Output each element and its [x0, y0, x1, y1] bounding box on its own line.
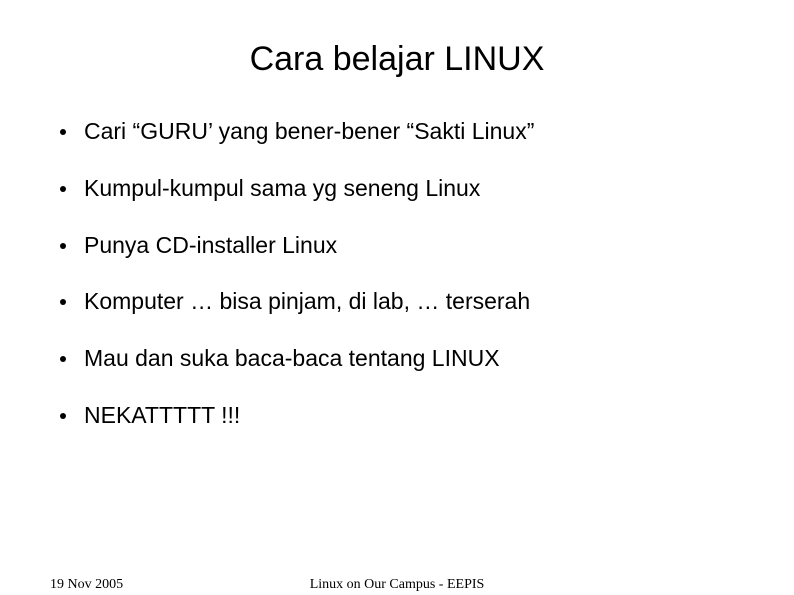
list-item: Kumpul-kumpul sama yg seneng Linux [60, 174, 744, 203]
bullet-list: Cari “GURU’ yang bener-bener “Sakti Linu… [50, 117, 744, 430]
bullet-text: Punya CD-installer Linux [84, 231, 337, 260]
bullet-icon [60, 186, 66, 192]
slide-title: Cara belajar LINUX [50, 40, 744, 79]
bullet-icon [60, 243, 66, 249]
list-item: Punya CD-installer Linux [60, 231, 744, 260]
footer-date: 19 Nov 2005 [50, 577, 123, 593]
list-item: NEKATTTTT !!! [60, 401, 744, 430]
slide: Cara belajar LINUX Cari “GURU’ yang bene… [0, 0, 794, 595]
bullet-text: Cari “GURU’ yang bener-bener “Sakti Linu… [84, 117, 534, 146]
bullet-icon [60, 356, 66, 362]
list-item: Komputer … bisa pinjam, di lab, … terser… [60, 287, 744, 316]
bullet-icon [60, 413, 66, 419]
bullet-icon [60, 129, 66, 135]
bullet-text: Komputer … bisa pinjam, di lab, … terser… [84, 287, 530, 316]
bullet-icon [60, 299, 66, 305]
bullet-text: NEKATTTTT !!! [84, 401, 240, 430]
footer-title: Linux on Our Campus - EEPIS [310, 577, 485, 593]
list-item: Cari “GURU’ yang bener-bener “Sakti Linu… [60, 117, 744, 146]
list-item: Mau dan suka baca-baca tentang LINUX [60, 344, 744, 373]
bullet-text: Mau dan suka baca-baca tentang LINUX [84, 344, 500, 373]
bullet-text: Kumpul-kumpul sama yg seneng Linux [84, 174, 480, 203]
